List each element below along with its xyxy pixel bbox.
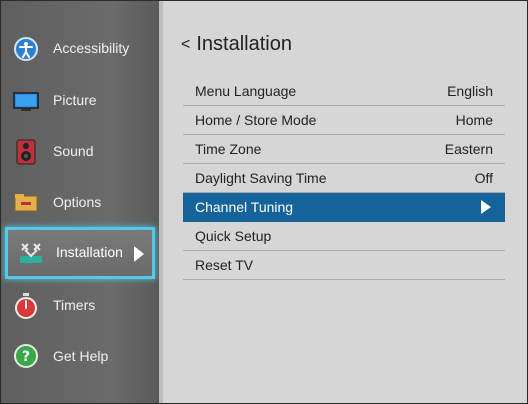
- satellite-dish-icon: [18, 240, 44, 266]
- sidebar-item-label: Options: [53, 194, 102, 210]
- sidebar-item-sound[interactable]: Sound: [1, 127, 159, 177]
- sidebar-item-installation[interactable]: Installation: [5, 227, 155, 279]
- setting-label: Reset TV: [195, 257, 254, 273]
- setting-value: Home: [455, 112, 493, 128]
- sidebar-item-label: Timers: [53, 297, 96, 313]
- sidebar-item-label: Picture: [53, 92, 97, 108]
- monitor-icon: [13, 88, 39, 114]
- sidebar-item-label: Sound: [53, 143, 94, 159]
- page-title-text: Installation: [196, 33, 292, 55]
- setting-label: Channel Tuning: [195, 199, 294, 215]
- chevron-right-icon: [134, 246, 144, 262]
- setting-value: Off: [474, 170, 493, 186]
- accessibility-icon: [13, 36, 39, 62]
- setting-label: Time Zone: [195, 141, 262, 157]
- setting-label: Home / Store Mode: [195, 112, 317, 128]
- sidebar: Accessibility Picture Sound Options Inst…: [1, 1, 159, 403]
- setting-label: Daylight Saving Time: [195, 170, 327, 186]
- sidebar-item-label: Accessibility: [53, 40, 130, 56]
- page-title: < Installation: [181, 33, 292, 56]
- stopwatch-icon: [13, 293, 39, 319]
- sidebar-item-get-help[interactable]: ? Get Help: [1, 332, 159, 382]
- setting-row-daylight-saving-time[interactable]: Daylight Saving Time Off: [183, 164, 505, 193]
- setting-row-channel-tuning[interactable]: Channel Tuning: [183, 193, 505, 222]
- sidebar-item-accessibility[interactable]: Accessibility: [1, 24, 159, 74]
- help-icon: ?: [13, 344, 39, 370]
- setting-row-home-store-mode[interactable]: Home / Store Mode Home: [183, 106, 505, 135]
- sidebar-item-options[interactable]: Options: [1, 178, 159, 228]
- setting-label: Menu Language: [195, 83, 297, 99]
- back-button[interactable]: <: [181, 36, 190, 53]
- setting-row-menu-language[interactable]: Menu Language English: [183, 77, 505, 106]
- setting-value: Eastern: [444, 141, 493, 157]
- options-folder-icon: [13, 190, 39, 216]
- setting-label: Quick Setup: [195, 228, 272, 244]
- sidebar-item-label: Installation: [56, 244, 123, 260]
- settings-list: Menu Language English Home / Store Mode …: [183, 77, 505, 280]
- tv-settings-screen: Accessibility Picture Sound Options Inst…: [0, 0, 528, 404]
- chevron-right-icon: [481, 200, 491, 214]
- setting-row-reset-tv[interactable]: Reset TV: [183, 251, 505, 280]
- setting-value: English: [447, 83, 493, 99]
- sidebar-item-timers[interactable]: Timers: [1, 281, 159, 331]
- sidebar-item-picture[interactable]: Picture: [1, 76, 159, 126]
- sidebar-item-label: Get Help: [53, 348, 109, 364]
- installation-panel: < Installation Menu Language English Home…: [163, 1, 527, 403]
- speaker-icon: [13, 139, 39, 165]
- svg-text:?: ?: [22, 349, 30, 365]
- setting-row-time-zone[interactable]: Time Zone Eastern: [183, 135, 505, 164]
- setting-row-quick-setup[interactable]: Quick Setup: [183, 222, 505, 251]
